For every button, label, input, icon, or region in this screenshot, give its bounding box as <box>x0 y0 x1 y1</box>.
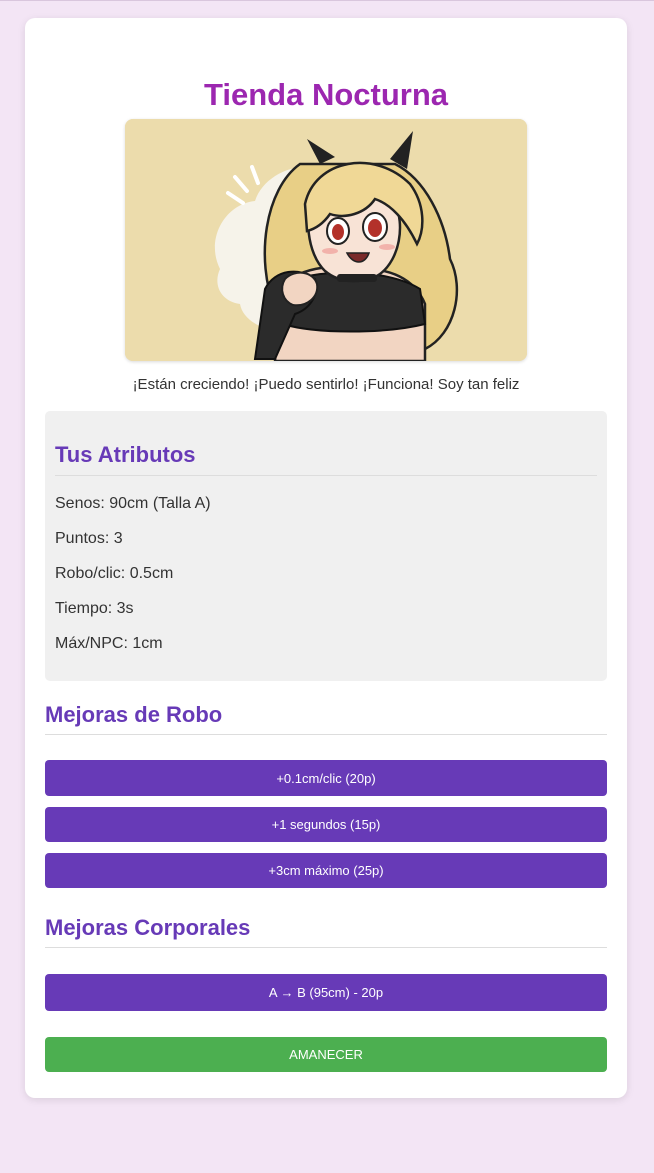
character-dialogue: ¡Están creciendo! ¡Puedo sentirlo! ¡Func… <box>132 376 520 393</box>
stat-steal-per-click: Robo/clic: 0.5cm <box>55 565 174 582</box>
upgrade-cup-size-button[interactable]: A → B (95cm) - 20p <box>45 974 607 1011</box>
attributes-panel: Tus Atributos Senos: 90cm (Talla A) Punt… <box>45 411 607 681</box>
page-title: Tienda Nocturna <box>203 77 449 112</box>
stat-bust: Senos: 90cm (Talla A) <box>55 495 211 512</box>
steal-upgrades-divider <box>45 734 607 735</box>
attributes-heading: Tus Atributos <box>55 442 196 467</box>
shop-card: Tienda Nocturna ¡Están creciendo! ¡Puedo… <box>25 18 627 1098</box>
upgrade-max-button[interactable]: +3cm máximo (25p) <box>45 853 607 888</box>
stat-time: Tiempo: 3s <box>55 600 134 617</box>
top-divider <box>0 0 654 1</box>
stat-points: Puntos: 3 <box>55 530 123 547</box>
anime-girl-portrait <box>125 119 527 361</box>
attributes-divider <box>55 475 597 476</box>
body-upgrades-heading: Mejoras Corporales <box>45 915 251 940</box>
steal-upgrades-heading: Mejoras de Robo <box>45 702 223 727</box>
body-upgrades-divider <box>45 947 607 948</box>
upgrade-time-button[interactable]: +1 segundos (15p) <box>45 807 607 842</box>
character-portrait <box>125 119 527 361</box>
dawn-button[interactable]: AMANECER <box>45 1037 607 1072</box>
upgrade-steal-per-click-button[interactable]: +0.1cm/clic (20p) <box>45 760 607 796</box>
stat-max-per-npc: Máx/NPC: 1cm <box>55 635 163 652</box>
